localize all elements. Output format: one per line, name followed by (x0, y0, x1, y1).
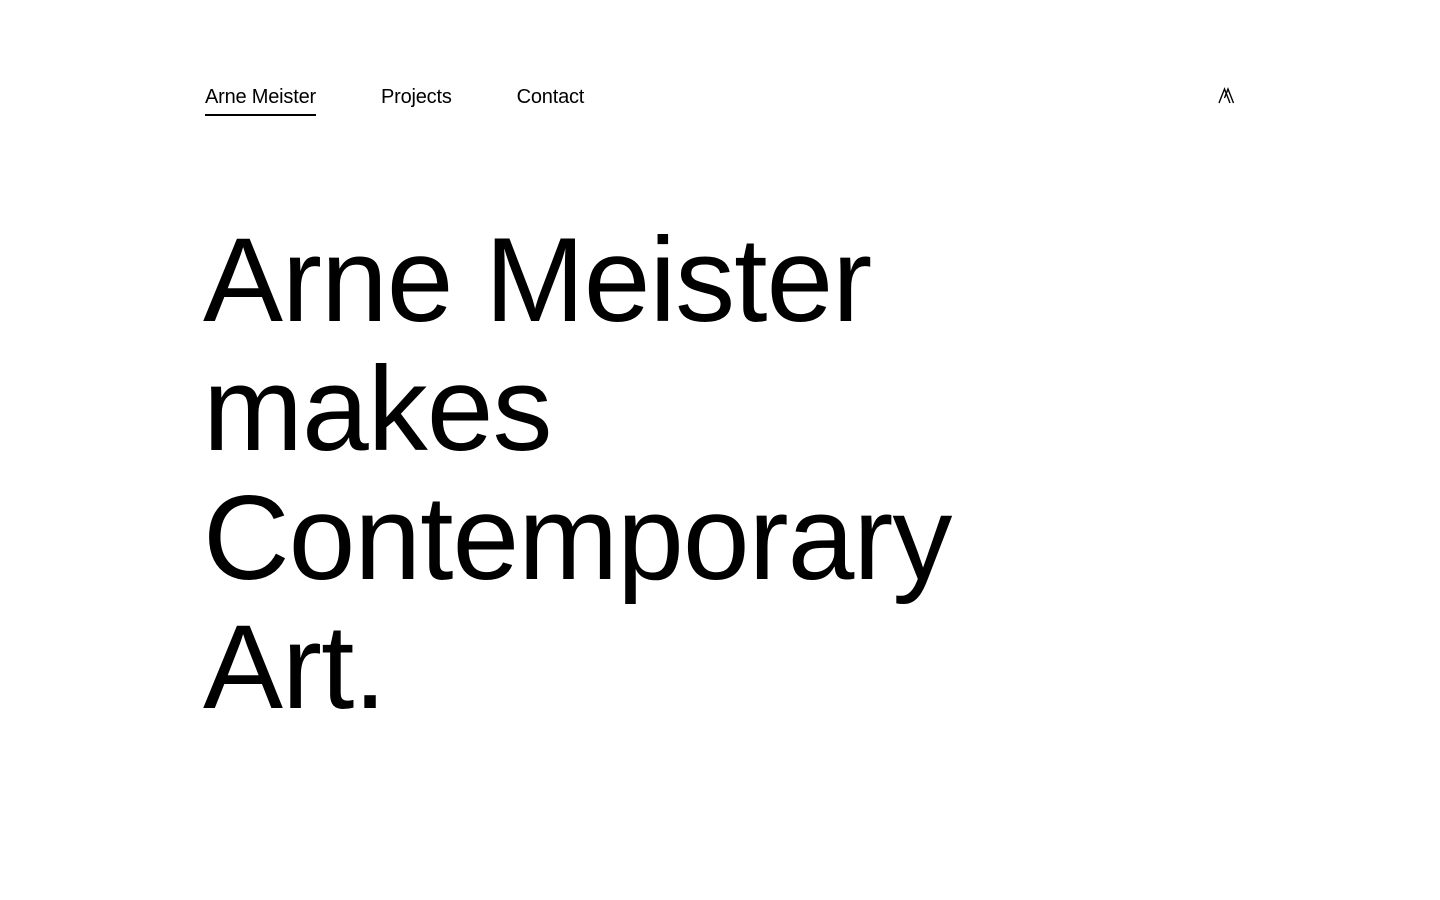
hero-line: makes (203, 342, 552, 476)
hero-line: Arne Meister (203, 213, 872, 347)
nav-link-home[interactable]: Arne Meister (205, 84, 316, 116)
logo-icon (1218, 87, 1235, 104)
hero-line: Contemporary (203, 471, 952, 605)
hero-heading: Arne Meister makes Contemporary Art. (203, 213, 952, 734)
am-monogram-icon[interactable] (1217, 86, 1237, 106)
nav-link-projects[interactable]: Projects (381, 84, 452, 114)
hero-line: Art. (203, 600, 387, 734)
main-nav: Arne Meister Projects Contact (205, 84, 584, 116)
nav-link-contact[interactable]: Contact (517, 84, 585, 114)
page: Arne Meister Projects Contact Arne Meist… (0, 0, 1440, 900)
